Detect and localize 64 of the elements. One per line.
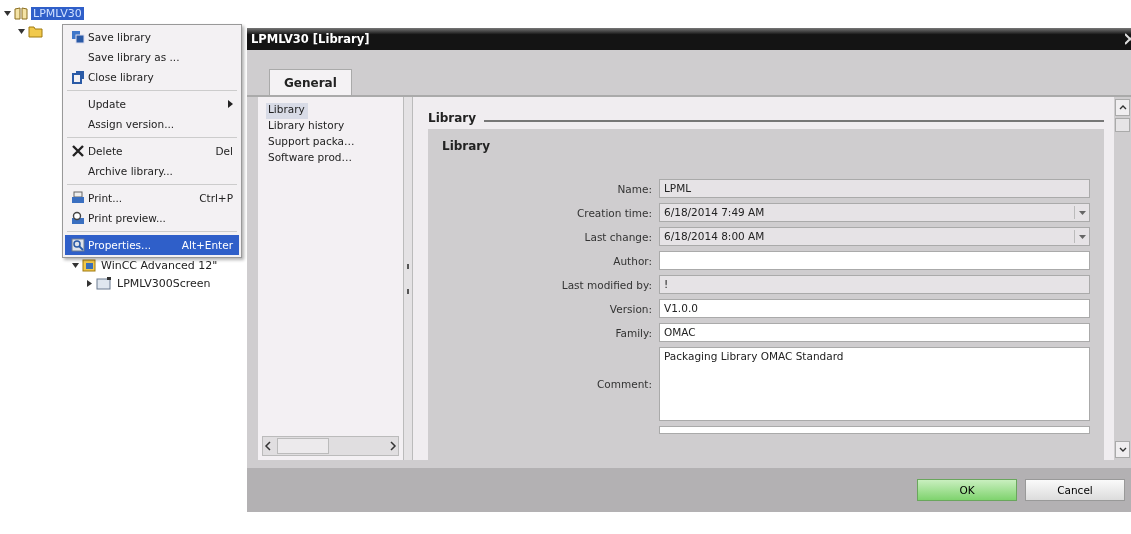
field-label: Comment: [596,378,652,390]
group-title: Library [442,139,492,155]
dropdown-icon [1078,234,1086,239]
input-field[interactable]: LPML [659,179,1090,198]
tab[interactable]: General [269,69,352,95]
window-title: LPMLV30 [Library] [251,32,370,46]
menu-item[interactable]: Print preview... [65,208,239,228]
input-field[interactable] [659,426,1090,434]
field-label: Family: [614,326,652,339]
dropdown-field[interactable]: 6/18/2014 7:49 AM [659,203,1090,222]
input-field[interactable]: V1.0.0 [659,299,1090,318]
delete-icon [72,145,84,157]
dropdown-icon [1078,210,1086,215]
menu-item[interactable]: Save library [65,27,239,47]
scroll-right-icon[interactable] [388,439,398,453]
nav-item[interactable]: Library [266,103,308,119]
menu-item[interactable]: Save library as ... [65,47,239,67]
save-icon [71,30,85,44]
scroll-left-icon[interactable] [263,439,273,453]
menu-item[interactable]: Properties... Alt+Enter [65,235,239,255]
library-icon [14,6,28,20]
field-label: Name: [616,182,652,195]
device-icon [82,258,96,272]
input-field[interactable]: OMAC [659,323,1090,342]
scroll-down-icon[interactable] [1118,447,1127,452]
menu-item[interactable]: Print... Ctrl+P [65,188,239,208]
nav-item[interactable]: Support packa… [258,135,403,151]
field-label: Author: [612,254,652,267]
comment-field[interactable]: Packaging Library OMAC Standard [659,347,1090,421]
screen-icon [96,276,112,290]
field-label: Creation time: [575,206,652,219]
expander-icon[interactable] [72,261,79,269]
cancel-button[interactable]: Cancel [1025,479,1125,501]
tree-item[interactable]: WinCC Advanced 12" [99,258,220,272]
print-preview-icon [71,211,85,225]
tree-item[interactable]: LPMLV300Screen [115,276,213,290]
horizontal-scrollbar[interactable] [262,436,399,456]
section-title: Library [428,111,477,125]
field-label: Last change: [583,230,652,243]
close-library-icon [71,70,85,84]
expander-icon[interactable] [4,9,11,17]
nav-item[interactable]: Software prod… [258,151,403,167]
menu-item[interactable]: Archive library... [65,161,239,181]
scroll-up-icon[interactable] [1118,105,1127,110]
field-label: Version: [608,302,652,315]
dropdown-field[interactable]: 6/18/2014 8:00 AM [659,227,1090,246]
tree-item[interactable]: LPMLV30 [31,6,84,20]
menu-item[interactable]: Assign version... [65,114,239,134]
nav-item[interactable]: Library history [258,119,403,135]
field-label: Last modified by: [560,278,652,291]
menu-item[interactable]: Delete Del [65,141,239,161]
folder-icon [28,24,43,38]
menu-item[interactable]: Update [65,94,239,114]
printer-icon [71,191,85,205]
properties-icon [71,238,85,252]
ok-button[interactable]: OK [917,479,1017,501]
input-field[interactable] [659,251,1090,270]
vertical-scrollbar[interactable] [1114,97,1131,460]
scroll-thumb[interactable] [1115,118,1130,132]
close-icon[interactable] [1125,33,1131,45]
expander-icon[interactable] [86,279,93,287]
expander-icon[interactable] [18,27,25,35]
menu-item[interactable]: Close library [65,67,239,87]
input-field[interactable]: ! [659,275,1090,294]
